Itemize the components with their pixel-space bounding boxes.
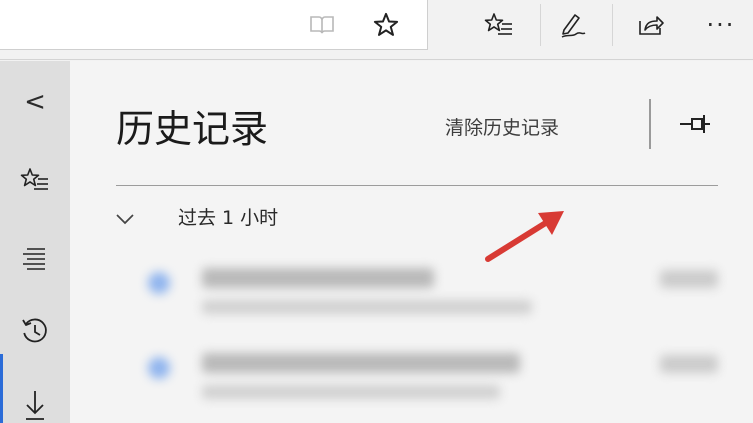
favicon-icon: [148, 272, 170, 294]
reading-view-icon[interactable]: [302, 0, 342, 50]
annotation-arrow-icon: [485, 211, 564, 262]
header-divider: [116, 185, 718, 186]
favorites-hub-icon[interactable]: [474, 0, 524, 50]
history-panel: 历史记录 清除历史记录 过去 1 小时: [70, 61, 753, 423]
list-item[interactable]: [140, 256, 720, 336]
favicon-icon: [148, 357, 170, 379]
toolbar-separator: [540, 4, 541, 46]
favorite-star-icon[interactable]: [364, 0, 408, 50]
browser-toolbar: ···: [0, 0, 753, 60]
history-icon[interactable]: [0, 306, 70, 356]
header-separator: [649, 99, 651, 149]
clear-history-button[interactable]: 清除历史记录: [445, 115, 559, 141]
chevron-down-icon[interactable]: [114, 208, 136, 230]
page-title: 历史记录: [116, 107, 269, 151]
group-header-last-hour[interactable]: 过去 1 小时: [178, 205, 278, 231]
more-options-button[interactable]: ···: [696, 0, 746, 50]
downloads-icon[interactable]: [0, 379, 70, 423]
address-bar[interactable]: [0, 0, 428, 50]
reading-list-icon[interactable]: [0, 233, 70, 283]
notes-pen-icon[interactable]: [548, 0, 598, 50]
favorites-icon[interactable]: [0, 155, 70, 205]
list-item[interactable]: [140, 341, 720, 421]
toolbar-separator: [612, 4, 613, 46]
collapse-chevron-icon[interactable]: <: [0, 77, 70, 127]
pin-icon[interactable]: [676, 109, 716, 139]
share-icon[interactable]: [626, 0, 676, 50]
hub-rail: <: [0, 61, 70, 423]
